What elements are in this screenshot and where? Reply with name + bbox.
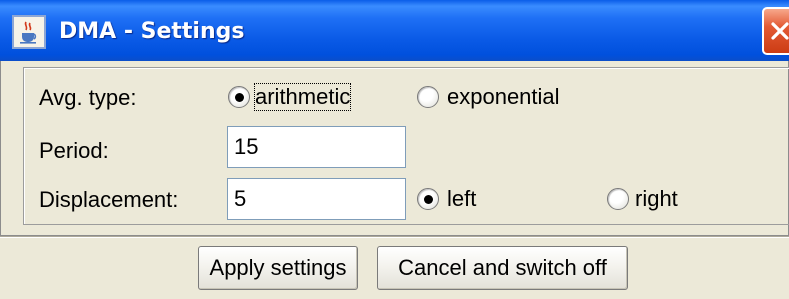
radio-arithmetic-label: arithmetic	[253, 83, 352, 111]
radio-left[interactable]: left	[417, 184, 497, 214]
close-button[interactable]	[762, 7, 789, 55]
title-bar[interactable]: DMA - Settings	[0, 0, 789, 61]
radio-arithmetic[interactable]: arithmetic	[228, 82, 378, 112]
period-field[interactable]: 15	[227, 126, 406, 168]
radio-right-label: right	[635, 186, 678, 211]
displacement-label: Displacement:	[39, 187, 179, 212]
window-title: DMA - Settings	[59, 19, 245, 44]
java-cup-icon	[12, 15, 46, 49]
radio-button-icon	[417, 188, 439, 210]
radio-exponential-label: exponential	[447, 84, 560, 109]
radio-button-icon	[417, 86, 439, 108]
radio-right[interactable]: right	[607, 184, 697, 214]
radio-left-label: left	[447, 186, 477, 211]
period-label: Period:	[39, 138, 109, 163]
radio-button-icon	[228, 86, 250, 108]
radio-exponential[interactable]: exponential	[417, 82, 587, 112]
cancel-switch-off-button[interactable]: Cancel and switch off	[377, 246, 628, 290]
displacement-field[interactable]: 5	[227, 178, 406, 220]
apply-settings-button[interactable]: Apply settings	[198, 246, 358, 290]
avg-type-label: Avg. type:	[39, 85, 137, 110]
radio-button-icon	[607, 188, 629, 210]
close-icon	[771, 22, 789, 40]
divider	[0, 236, 789, 238]
settings-dialog: DMA - Settings Avg. type: arithmetic exp…	[0, 0, 789, 299]
